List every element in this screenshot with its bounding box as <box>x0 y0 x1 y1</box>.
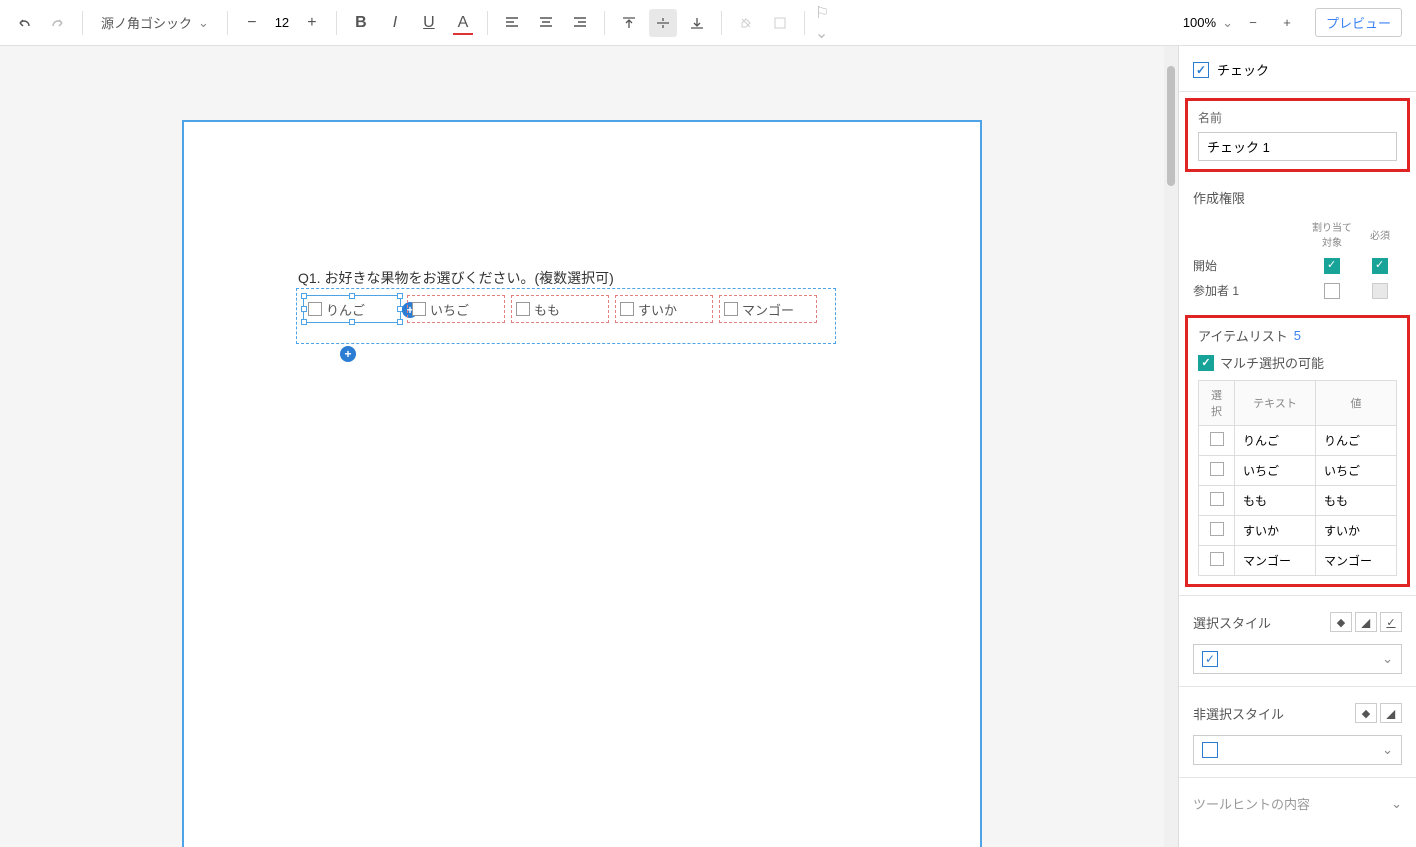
valign-top-button[interactable] <box>615 9 643 37</box>
checkbox-item[interactable]: すいか <box>615 295 713 323</box>
fill-style-button[interactable]: ◆ <box>1330 612 1352 632</box>
unselected-style-select[interactable]: ⌄ <box>1193 735 1402 765</box>
multi-select-label: マルチ選択の可能 <box>1220 353 1324 372</box>
style-preview-icon <box>1202 651 1218 667</box>
name-section-highlight: 名前 <box>1185 98 1410 172</box>
chevron-down-icon: ⌄ <box>1382 651 1393 667</box>
checkbox-icon <box>724 302 738 316</box>
checkbox-icon <box>516 302 530 316</box>
table-row[interactable]: すいかすいか <box>1199 516 1397 546</box>
row-checkbox[interactable] <box>1210 522 1224 536</box>
checkbox-item[interactable]: いちご <box>407 295 505 323</box>
checkbox-label: りんご <box>326 300 365 319</box>
chevron-down-icon: ⌄ <box>1391 796 1402 812</box>
checkbox-item[interactable]: もも <box>511 295 609 323</box>
vertical-scrollbar[interactable] <box>1164 46 1178 847</box>
fill-style-button[interactable]: ◆ <box>1355 703 1377 723</box>
font-size-decrease[interactable]: − <box>238 9 266 37</box>
font-size-value: 12 <box>272 15 292 30</box>
font-family-value: 源ノ角ゴシック <box>101 13 192 32</box>
font-color-button[interactable]: A <box>449 9 477 37</box>
align-right-button[interactable] <box>566 9 594 37</box>
name-label: 名前 <box>1198 109 1397 126</box>
multi-select-checkbox[interactable] <box>1198 355 1214 371</box>
checkbox-label: すいか <box>638 300 677 319</box>
undo-button[interactable] <box>10 9 38 37</box>
item-list-table: 選択 テキスト 値 りんごりんご いちごいちご もももも すいかすいか マンゴー… <box>1198 380 1397 576</box>
checkbox-label: マンゴー <box>742 300 794 319</box>
table-header-select: 選択 <box>1199 381 1235 426</box>
align-left-button[interactable] <box>498 9 526 37</box>
checkbox-item[interactable]: マンゴー <box>719 295 817 323</box>
row-checkbox[interactable] <box>1210 462 1224 476</box>
selected-style-select[interactable]: ⌄ <box>1193 644 1402 674</box>
zoom-in-button[interactable]: + <box>1273 9 1301 37</box>
zoom-out-button[interactable]: − <box>1239 9 1267 37</box>
align-center-button[interactable] <box>532 9 560 37</box>
table-row[interactable]: マンゴーマンゴー <box>1199 546 1397 576</box>
component-check-icon <box>1193 62 1209 78</box>
checkbox-label: もも <box>534 300 560 319</box>
italic-button[interactable]: I <box>381 9 409 37</box>
toolbar: 源ノ角ゴシック ⌄ − 12 + B I U A ⚐ ⌄ 100% ⌄ − + プ… <box>0 0 1416 46</box>
checkbox-icon <box>308 302 322 316</box>
unselected-style-label: 非選択スタイル <box>1193 704 1284 723</box>
item-list-highlight: アイテムリスト 5 マルチ選択の可能 選択 テキスト 値 りんごりんご いちごい… <box>1185 315 1410 587</box>
chevron-down-icon: ⌄ <box>1382 742 1393 758</box>
table-header-text: テキスト <box>1235 381 1316 426</box>
redo-button[interactable] <box>44 9 72 37</box>
preview-button[interactable]: プレビュー <box>1315 8 1402 37</box>
question-text: Q1. お好きな果物をお選びください。(複数選択可) <box>298 268 614 288</box>
bold-button[interactable]: B <box>347 9 375 37</box>
chevron-down-icon: ⌄ <box>198 15 209 31</box>
perm-assign-checkbox[interactable] <box>1324 283 1340 299</box>
row-checkbox[interactable] <box>1210 552 1224 566</box>
table-row[interactable]: もももも <box>1199 486 1397 516</box>
checkbox-icon <box>412 302 426 316</box>
selected-style-label: 選択スタイル <box>1193 613 1271 632</box>
valign-bottom-button[interactable] <box>683 9 711 37</box>
table-header-value: 値 <box>1316 381 1397 426</box>
item-list-label: アイテムリスト <box>1198 326 1288 345</box>
valign-middle-button[interactable] <box>649 9 677 37</box>
permissions-heading: 作成権限 <box>1193 188 1402 207</box>
border-style-button[interactable]: ◢ <box>1380 703 1402 723</box>
border-button[interactable] <box>766 9 794 37</box>
properties-panel: チェック 名前 作成権限 割り当て 対象 必須 開始 参加者 1 アイテムリスト <box>1178 46 1416 847</box>
flag-button[interactable]: ⚐ ⌄ <box>815 9 843 37</box>
perm-row-label: 参加者 1 <box>1193 282 1306 299</box>
row-checkbox[interactable] <box>1210 492 1224 506</box>
add-below-button[interactable]: + <box>340 346 356 362</box>
check-style-button[interactable]: ✓ <box>1380 612 1402 632</box>
perm-required-checkbox <box>1372 283 1388 299</box>
item-list-count: 5 <box>1294 328 1301 343</box>
checkbox-group[interactable]: りんご + いちご もも すいか <box>296 288 836 344</box>
table-row[interactable]: いちごいちご <box>1199 456 1397 486</box>
font-size-increase[interactable]: + <box>298 9 326 37</box>
perm-col-assign: 割り当て 対象 <box>1310 219 1354 249</box>
checkbox-item[interactable]: りんご + <box>303 295 401 323</box>
fill-color-button[interactable] <box>732 9 760 37</box>
perm-col-required: 必須 <box>1358 227 1402 242</box>
perm-assign-checkbox[interactable] <box>1324 258 1340 274</box>
component-type-label: チェック <box>1217 60 1269 79</box>
tooltip-label: ツールヒントの内容 <box>1193 794 1310 813</box>
name-input[interactable] <box>1198 132 1397 161</box>
checkbox-label: いちご <box>430 300 469 319</box>
checkbox-icon <box>620 302 634 316</box>
zoom-value[interactable]: 100% <box>1183 15 1216 30</box>
table-row[interactable]: りんごりんご <box>1199 426 1397 456</box>
canvas-area[interactable]: Q1. お好きな果物をお選びください。(複数選択可) りんご + いちご もも <box>0 46 1164 847</box>
style-preview-icon <box>1202 742 1218 758</box>
border-style-button[interactable]: ◢ <box>1355 612 1377 632</box>
perm-required-checkbox[interactable] <box>1372 258 1388 274</box>
row-checkbox[interactable] <box>1210 432 1224 446</box>
perm-row-label: 開始 <box>1193 257 1306 274</box>
document-page[interactable]: Q1. お好きな果物をお選びください。(複数選択可) りんご + いちご もも <box>182 120 982 847</box>
font-family-select[interactable]: 源ノ角ゴシック ⌄ <box>93 11 217 34</box>
underline-button[interactable]: U <box>415 9 443 37</box>
